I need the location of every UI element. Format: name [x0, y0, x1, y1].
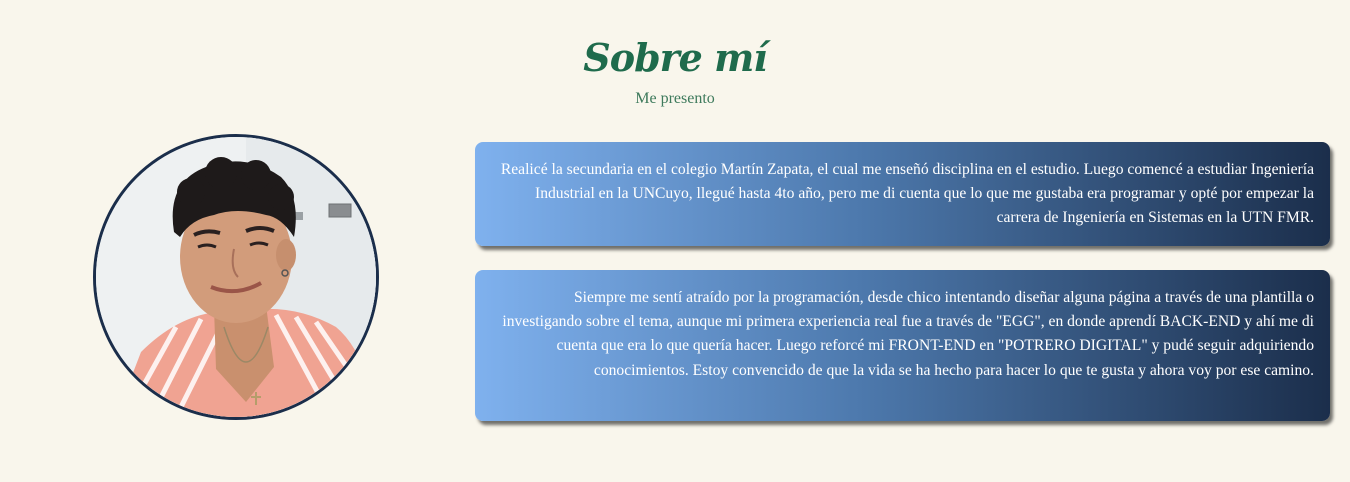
about-card-experience: Siempre me sentí atraído por la programa…: [475, 270, 1330, 421]
section-heading: Sobre mí Me presento: [540, 30, 810, 108]
profile-photo: [93, 134, 379, 420]
about-paragraph-experience: Siempre me sentí atraído por la programa…: [502, 289, 1314, 379]
profile-photo-illustration: [96, 137, 376, 417]
about-section: Sobre mí Me presento Realicé la secundar…: [0, 0, 1350, 482]
section-subtitle: Me presento: [635, 90, 715, 107]
about-card-education: Realicé la secundaria en el colegio Mart…: [475, 142, 1330, 246]
about-paragraph-education: Realicé la secundaria en el colegio Mart…: [500, 161, 1314, 227]
section-title: Sobre mí: [583, 35, 767, 80]
